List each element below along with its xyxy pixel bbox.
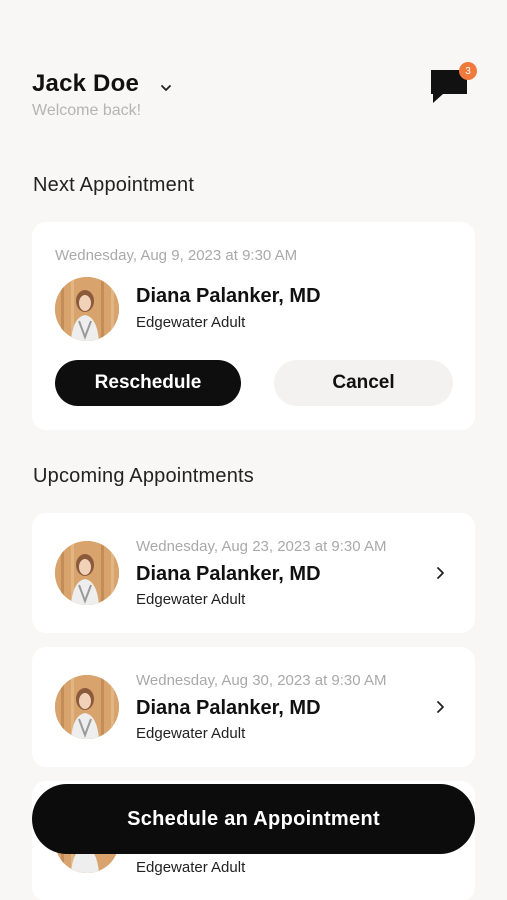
doctor-location: Edgewater Adult [136,314,246,331]
message-count-badge: 3 [459,62,477,80]
doctor-avatar [55,541,119,605]
chevron-right-icon [437,567,444,579]
user-name: Jack Doe [32,70,139,97]
doctor-name: Diana Palanker, MD [136,285,321,307]
chevron-down-icon [161,85,171,91]
doctor-location: Edgewater Adult [136,725,246,742]
doctor-avatar [55,675,119,739]
doctor-location: Edgewater Adult [136,591,246,608]
doctor-location: Edgewater Adult [136,859,246,876]
user-switcher[interactable]: Jack Doe [32,70,475,98]
doctor-name: Diana Palanker, MD [136,563,321,585]
reschedule-button[interactable]: Reschedule [55,360,241,406]
upcoming-appointment-card[interactable]: Wednesday, Aug 30, 2023 at 9:30 AM Diana… [32,647,475,767]
appointment-date: Wednesday, Aug 23, 2023 at 9:30 AM [136,538,387,555]
next-appointment-card: Wednesday, Aug 9, 2023 at 9:30 AM Diana … [32,222,475,430]
header: Jack Doe Welcome back! 3 [32,62,477,126]
welcome-text: Welcome back! [32,102,142,119]
doctor-avatar [55,277,119,341]
chevron-right-icon [437,701,444,713]
next-appointment-heading: Next Appointment [33,174,195,196]
upcoming-appointment-card[interactable]: Wednesday, Aug 23, 2023 at 9:30 AM Diana… [32,513,475,633]
appointment-date: Wednesday, Aug 30, 2023 at 9:30 AM [136,672,387,689]
messages-button[interactable]: 3 [429,62,477,108]
schedule-appointment-button[interactable]: Schedule an Appointment [32,784,475,854]
doctor-name: Diana Palanker, MD [136,697,321,719]
upcoming-appointments-heading: Upcoming Appointments [33,465,254,487]
appointment-date: Wednesday, Aug 9, 2023 at 9:30 AM [55,247,298,264]
cancel-button[interactable]: Cancel [274,360,453,406]
